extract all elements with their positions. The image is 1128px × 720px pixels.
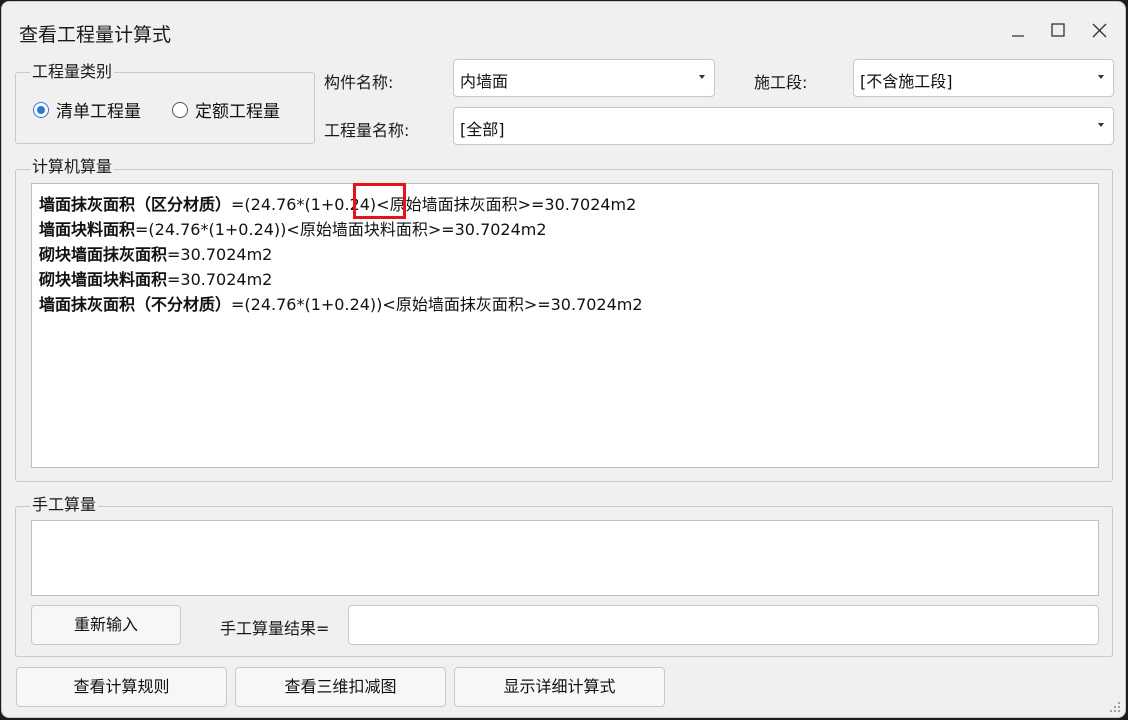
formula-name: 砌块墙面块料面积: [39, 270, 168, 289]
stage-value: [不含施工段]: [860, 72, 953, 91]
formula-line: 墙面抹灰面积（不分材质）=(24.76*(1+0.24))<原始墙面抹灰面积>=…: [39, 294, 643, 316]
formula-expression-tail: <原始墙面抹灰面积>=30.7024m2: [376, 195, 637, 214]
resize-grip-icon[interactable]: [1109, 701, 1121, 713]
radio-selected-icon: [33, 101, 49, 118]
formula-expression: =(24.76*(1+: [231, 195, 335, 214]
view-rules-button[interactable]: 查看计算规则: [16, 667, 227, 707]
formula-expression: =30.7024m2: [167, 270, 273, 289]
radio-bill-label: 清单工程量: [56, 102, 141, 122]
formula-expression: =(24.76*(1+0.24))<原始墙面块料面积>=30.7024m2: [135, 220, 547, 239]
minimize-button[interactable]: [1003, 16, 1033, 46]
formula-line: 墙面块料面积=(24.76*(1+0.24))<原始墙面块料面积>=30.702…: [39, 219, 547, 241]
formula-name: 砌块墙面抹灰面积: [39, 245, 168, 264]
radio-quota-quantity[interactable]: 定额工程量: [172, 97, 280, 122]
view-3d-deduction-button[interactable]: 查看三维扣减图: [235, 667, 446, 707]
minimize-icon: [1012, 35, 1024, 37]
manual-formula-input[interactable]: [31, 520, 1099, 596]
maximize-button[interactable]: [1043, 16, 1073, 46]
manual-result-label: 手工算量结果=: [220, 619, 330, 638]
chevron-down-icon: [699, 75, 705, 79]
formula-name: 墙面抹灰面积（区分材质）: [39, 195, 232, 214]
stage-select[interactable]: [不含施工段]: [853, 59, 1114, 97]
component-select[interactable]: 内墙面: [453, 59, 715, 97]
manual-result-field[interactable]: [348, 605, 1099, 645]
stage-label: 施工段:: [754, 73, 808, 92]
computer-calc-legend: 计算机算量: [30, 157, 115, 177]
formula-name: 墙面块料面积: [39, 220, 136, 239]
chevron-down-icon: [1098, 75, 1104, 79]
radio-bill-quantity[interactable]: 清单工程量: [33, 97, 141, 122]
formula-expression: =30.7024m2: [167, 245, 273, 264]
show-detail-formula-button[interactable]: 显示详细计算式: [454, 667, 665, 707]
component-value: 内墙面: [460, 72, 509, 91]
maximize-icon: [1051, 23, 1065, 37]
formula-display[interactable]: 墙面抹灰面积（区分材质）=(24.76*(1+0.24)<原始墙面抹灰面积>=3…: [31, 183, 1099, 468]
close-icon: [1092, 23, 1107, 38]
reenter-button[interactable]: 重新输入: [31, 605, 181, 645]
title-bar: 查看工程量计算式: [2, 2, 1125, 58]
formula-expression: =(24.76*(1+0.24))<原始墙面抹灰面积>=30.7024m2: [231, 295, 643, 314]
formula-line: 砌块墙面块料面积=30.7024m2: [39, 269, 272, 291]
manual-calc-legend: 手工算量: [30, 495, 99, 515]
quantity-name-select[interactable]: [全部]: [453, 107, 1114, 145]
formula-line: 砌块墙面抹灰面积=30.7024m2: [39, 244, 272, 266]
radio-quota-label: 定额工程量: [195, 102, 280, 122]
quantity-name-value: [全部]: [460, 120, 505, 139]
quantity-name-label: 工程量名称:: [324, 121, 410, 140]
close-button[interactable]: [1085, 16, 1115, 46]
category-legend: 工程量类别: [30, 62, 115, 82]
formula-line: 墙面抹灰面积（区分材质）=(24.76*(1+0.24)<原始墙面抹灰面积>=3…: [39, 194, 636, 216]
chevron-down-icon: [1098, 123, 1104, 127]
formula-name: 墙面抹灰面积（不分材质）: [39, 295, 232, 314]
dialog-window: 查看工程量计算式 工程量类别 清单工程量 定额工程量 构件名称: 内墙面 施工段…: [1, 1, 1126, 718]
component-label: 构件名称:: [324, 73, 394, 92]
radio-unselected-icon: [172, 101, 188, 118]
highlight-box: [353, 183, 406, 219]
window-title: 查看工程量计算式: [19, 24, 172, 46]
